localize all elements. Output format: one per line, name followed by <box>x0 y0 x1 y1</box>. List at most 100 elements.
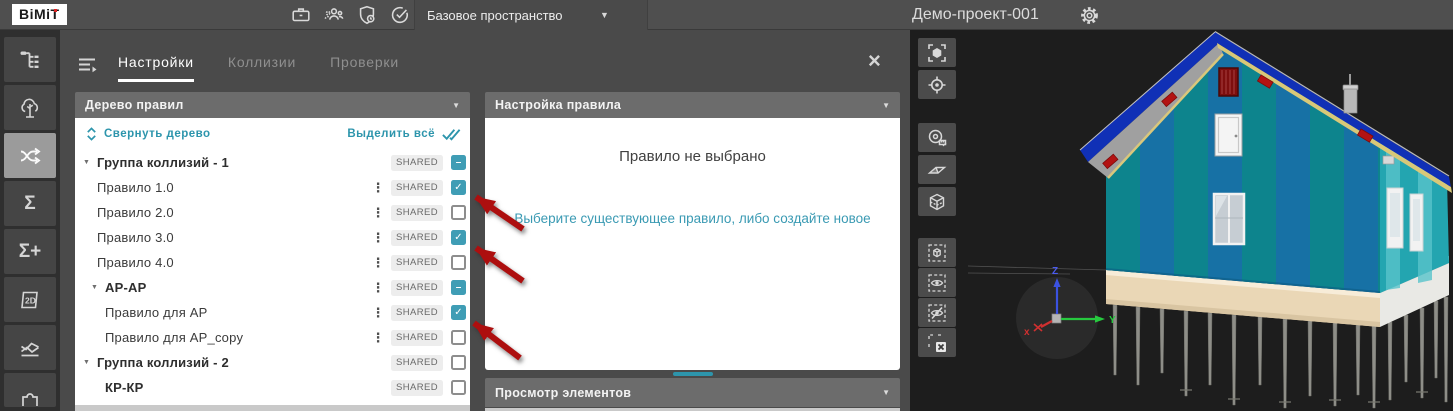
element-view-title: Просмотр элементов <box>495 386 631 400</box>
collapse-tree-link[interactable]: Свернуть дерево <box>104 128 211 140</box>
section-box-icon <box>927 192 947 212</box>
show-element-button[interactable] <box>918 268 956 297</box>
sigma-plus-icon: Σ+ <box>19 241 42 263</box>
section-plane-button[interactable] <box>918 155 956 184</box>
double-check-icon[interactable] <box>441 127 462 141</box>
row-menu-icon[interactable]: ⋮ <box>371 205 385 221</box>
tree-row-label: Правило 3.0 <box>97 230 174 245</box>
row-checkbox[interactable]: ✓ <box>451 305 466 320</box>
tree-row[interactable]: ▼Правило 1.0⋮SHARED✓ <box>75 175 470 200</box>
rule-tree-header[interactable]: Дерево правил ▼ <box>75 92 470 118</box>
row-checkbox[interactable] <box>451 380 466 395</box>
fit-view-button[interactable] <box>918 38 956 67</box>
svg-text:2D: 2D <box>25 295 36 305</box>
tree-scrollbar-track[interactable] <box>75 405 470 411</box>
shared-badge: SHARED <box>391 205 443 221</box>
row-checkbox[interactable]: ✓ <box>451 230 466 245</box>
tree-row[interactable]: ▼АР-АР ⋮ SHARED– <box>75 275 470 300</box>
row-menu-icon[interactable]: ⋮ <box>371 230 385 246</box>
viewport-3d[interactable]: Z Y x <box>910 30 1453 411</box>
rule-settings-body: Правило не выбрано Выберите существующее… <box>485 118 900 370</box>
element-view-header[interactable]: Просмотр элементов ▼ <box>485 378 900 407</box>
puzzle-icon <box>18 381 42 407</box>
logo-red-dot <box>54 9 57 12</box>
row-menu-icon[interactable]: ⋮ <box>371 305 385 321</box>
briefcase-icon[interactable] <box>289 3 313 27</box>
tree-caret-icon[interactable]: ▼ <box>83 159 97 166</box>
shield-user-icon[interactable] <box>355 3 379 27</box>
remove-from-view-icon <box>927 333 947 353</box>
rule-settings-title: Настройка правила <box>495 98 621 112</box>
row-checkbox[interactable] <box>451 330 466 345</box>
tab-checks[interactable]: Проверки <box>330 54 399 82</box>
row-checkbox[interactable] <box>451 255 466 270</box>
collapse-panel-icon[interactable] <box>78 57 98 78</box>
locate-button[interactable] <box>918 70 956 99</box>
tree-row[interactable]: ▼Группа коллизий - 2⋮SHARED <box>75 350 470 375</box>
sidebar-item-sum-add[interactable]: Σ+ <box>4 229 56 274</box>
measure-button[interactable] <box>918 123 956 152</box>
tab-label: Коллизии <box>228 54 296 70</box>
row-checkbox[interactable]: ✓ <box>451 180 466 195</box>
row-checkbox[interactable] <box>451 355 466 370</box>
close-icon[interactable]: × <box>868 50 881 72</box>
tree-row[interactable]: ▼КР-КР⋮SHARED <box>75 375 470 400</box>
app-logo[interactable]: BiMiT <box>12 4 67 25</box>
row-checkbox[interactable]: – <box>451 280 466 295</box>
gear-icon[interactable] <box>1078 4 1100 26</box>
sidebar-item-model-structure[interactable] <box>4 37 56 82</box>
sidebar-item-sum[interactable]: Σ <box>4 181 56 226</box>
remove-from-view-button[interactable] <box>918 328 956 357</box>
3d-model-house: Z Y x <box>910 30 1453 411</box>
team-icon[interactable] <box>322 3 346 27</box>
sidebar-item-graphs[interactable] <box>4 325 56 370</box>
sidebar-item-view-2d[interactable]: 2D <box>4 277 56 322</box>
tree-row-label: КР-КР <box>105 380 144 395</box>
shared-badge: SHARED <box>391 155 443 171</box>
workspace-selector-value: Базовое пространство <box>427 8 563 23</box>
chevron-down-icon: ▼ <box>452 101 460 110</box>
row-menu-icon[interactable]: ⋮ <box>371 255 385 271</box>
select-all-link[interactable]: Выделить всё <box>347 128 435 140</box>
locate-icon <box>927 75 947 95</box>
shared-badge: SHARED <box>391 380 443 396</box>
workspace-selector[interactable]: Базовое пространство ▼ <box>415 0 647 30</box>
tree-row[interactable]: ▼Правило 4.0⋮SHARED <box>75 250 470 275</box>
shared-badge: SHARED <box>391 280 443 296</box>
tree-caret-icon[interactable]: ▼ <box>91 284 105 291</box>
row-checkbox[interactable]: – <box>451 155 466 170</box>
section-box-button[interactable] <box>918 187 956 216</box>
collapse-tree-icon[interactable] <box>85 126 98 142</box>
tree-actions-row: Свернуть дерево Выделить всё <box>75 118 470 150</box>
tree-row[interactable]: ▼Правило для АР⋮SHARED✓ <box>75 300 470 325</box>
check-circle-icon[interactable] <box>388 3 412 27</box>
project-title: Демо-проект-001 <box>912 0 1039 30</box>
tab-collisions[interactable]: Коллизии <box>228 54 296 82</box>
sidebar-item-collisions[interactable] <box>4 133 56 178</box>
tree-row[interactable]: ▼Правило 3.0⋮SHARED✓ <box>75 225 470 250</box>
tree-row[interactable]: ▼Правило для АР_copy⋮SHARED <box>75 325 470 350</box>
rule-settings-header[interactable]: Настройка правила ▼ <box>485 92 900 118</box>
tree-row[interactable]: ▼Правило 2.0⋮SHARED <box>75 200 470 225</box>
tree-row-label: Правило 2.0 <box>97 205 174 220</box>
model-tree-icon <box>18 48 42 72</box>
empty-state-hint[interactable]: Выберите существующее правило, либо созд… <box>485 211 900 226</box>
tree-row[interactable]: ▼Группа коллизий - 1⋮SHARED– <box>75 150 470 175</box>
row-menu-icon[interactable]: ⋮ <box>371 180 385 196</box>
axis-y-label: Y <box>1109 315 1116 326</box>
hide-element-button[interactable] <box>918 298 956 327</box>
sidebar-item-environment[interactable] <box>4 85 56 130</box>
tab-label: Настройки <box>118 54 194 70</box>
isolate-element-button[interactable] <box>918 238 956 267</box>
tree-caret-icon[interactable]: ▼ <box>83 359 97 366</box>
topbar-menu <box>289 3 412 27</box>
tab-settings[interactable]: Настройки <box>118 54 194 82</box>
horizontal-scrollbar-thumb[interactable] <box>673 372 713 376</box>
row-checkbox[interactable] <box>451 205 466 220</box>
tree-row-label: АР-АР <box>105 280 146 295</box>
tree-row-label: Правило 4.0 <box>97 255 174 270</box>
rule-tree-rows: ▼Группа коллизий - 1⋮SHARED–▼Правило 1.0… <box>75 150 470 400</box>
row-menu-icon[interactable]: ⋮ <box>371 280 385 296</box>
sidebar-item-plugins[interactable] <box>4 373 56 407</box>
row-menu-icon[interactable]: ⋮ <box>371 330 385 346</box>
